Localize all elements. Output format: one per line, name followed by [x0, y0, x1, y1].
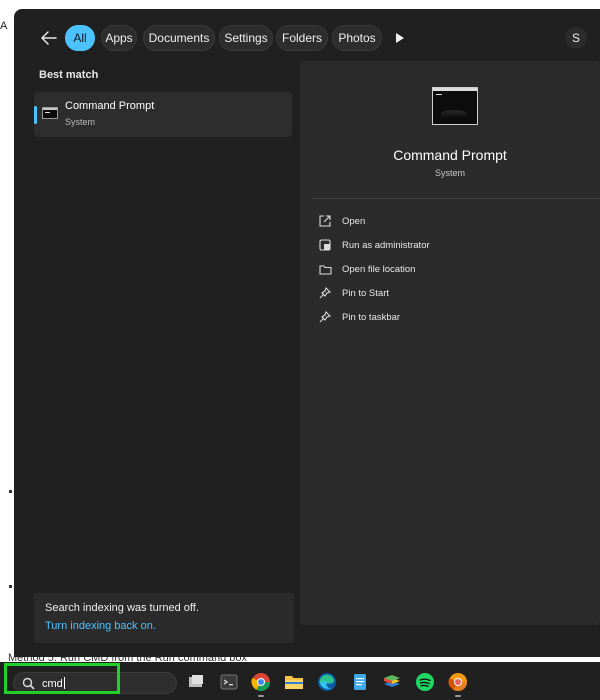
result-subtitle: System — [65, 117, 96, 127]
background-text-fragment: A — [0, 20, 8, 32]
tab-apps[interactable]: Apps — [101, 25, 137, 51]
action-label: Pin to Start — [342, 287, 389, 299]
play-icon — [396, 33, 404, 43]
background-bullet — [9, 490, 12, 493]
divider — [312, 198, 600, 199]
action-open[interactable]: Open — [318, 213, 558, 229]
indexing-message: Search indexing was turned off. — [45, 602, 199, 614]
edge-icon[interactable] — [317, 672, 337, 692]
tab-documents[interactable]: Documents — [143, 25, 215, 51]
action-pin-to-start[interactable]: Pin to Start — [318, 285, 558, 301]
shield-icon — [318, 238, 332, 252]
result-title: Command Prompt — [65, 100, 155, 112]
running-indicator — [455, 695, 461, 697]
tab-all[interactable]: All — [65, 25, 95, 51]
action-label: Run as administrator — [342, 239, 430, 251]
background-document: A — [0, 0, 14, 660]
detail-app-name: Command Prompt — [393, 147, 507, 163]
action-run-as-administrator[interactable]: Run as administrator — [318, 237, 558, 253]
command-prompt-large-icon — [432, 87, 478, 125]
tab-folders[interactable]: Folders — [276, 25, 328, 51]
selection-indicator — [34, 106, 37, 124]
bluestacks-icon[interactable] — [382, 672, 402, 692]
action-open-file-location[interactable]: Open file location — [318, 261, 558, 277]
open-icon — [318, 214, 332, 228]
detail-app-type: System — [434, 168, 465, 178]
background-bullet — [9, 585, 12, 588]
file-explorer-icon[interactable] — [284, 672, 304, 692]
best-match-heading: Best match — [39, 69, 99, 81]
action-pin-to-taskbar[interactable]: Pin to taskbar — [318, 309, 558, 325]
results-column: Best match Command Prompt System Search … — [14, 61, 300, 657]
back-button[interactable] — [37, 26, 61, 50]
filter-bar: All Apps Documents Settings Folders Phot… — [14, 23, 600, 53]
terminal-icon[interactable] — [219, 672, 239, 692]
spotify-icon[interactable] — [415, 672, 435, 692]
annotation-highlight-box — [4, 663, 120, 694]
pin-icon — [318, 286, 332, 300]
detail-pane: Command Prompt System Open Run as admini… — [300, 61, 600, 625]
search-panel: All Apps Documents Settings Folders Phot… — [14, 9, 600, 657]
running-indicator — [258, 695, 264, 697]
back-arrow-icon — [41, 31, 57, 45]
best-match-result[interactable]: Command Prompt System — [34, 92, 292, 137]
tab-settings[interactable]: Settings — [219, 25, 273, 51]
tab-photos[interactable]: Photos — [332, 25, 382, 51]
notepad-icon[interactable] — [350, 672, 370, 692]
chrome-canary-icon[interactable] — [448, 672, 468, 692]
chrome-icon[interactable] — [251, 672, 271, 692]
user-avatar[interactable]: S — [565, 27, 587, 49]
turn-indexing-on-link[interactable]: Turn indexing back on. — [45, 620, 156, 632]
more-filters-button[interactable] — [395, 31, 405, 49]
indexing-notice: Search indexing was turned off. Turn ind… — [34, 593, 294, 643]
action-label: Open — [342, 215, 366, 227]
action-label: Open file location — [342, 263, 416, 275]
folder-icon — [318, 262, 332, 276]
task-view-icon[interactable] — [186, 672, 206, 692]
command-prompt-icon — [42, 107, 58, 119]
pin-icon — [318, 310, 332, 324]
action-label: Pin to taskbar — [342, 311, 401, 323]
